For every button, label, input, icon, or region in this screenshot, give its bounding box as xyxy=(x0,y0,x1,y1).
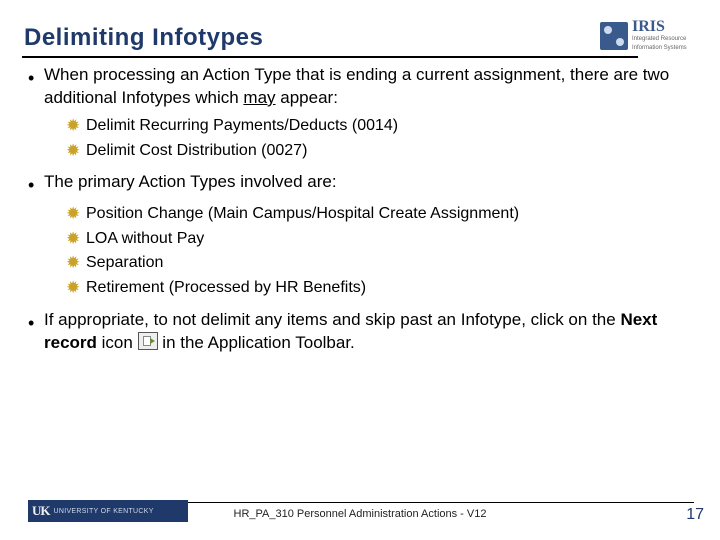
slide: Delimiting Infotypes IRIS Integrated Res… xyxy=(0,0,720,540)
sub-list-1: ✹ Delimit Recurring Payments/Deducts (00… xyxy=(66,114,692,164)
slide-footer: UK UNIVERSITY OF KENTUCKY HR_PA_310 Pers… xyxy=(0,502,720,528)
sub-item: ✹ Delimit Cost Distribution (0027) xyxy=(66,139,692,164)
bullet-3-pre: If appropriate, to not delimit any items… xyxy=(44,310,620,329)
sub-item: ✹ Retirement (Processed by HR Benefits) xyxy=(66,276,692,301)
page-number: 17 xyxy=(686,506,704,524)
sub-item-label: LOA without Pay xyxy=(86,227,204,252)
sub-item: ✹ Separation xyxy=(66,251,692,276)
bullet-3-mid: icon xyxy=(97,333,138,352)
iris-logo-primary: IRIS xyxy=(632,20,687,34)
sub-item: ✹ LOA without Pay xyxy=(66,227,692,252)
slide-title: Delimiting Infotypes xyxy=(24,24,696,52)
bullet-dot-icon: • xyxy=(28,171,44,197)
iris-logo: IRIS Integrated Resource Information Sys… xyxy=(600,18,692,54)
iris-logo-sub1: Integrated Resource xyxy=(632,36,687,43)
bullet-3-text: If appropriate, to not delimit any items… xyxy=(44,309,692,355)
sub-list-2: ✹ Position Change (Main Campus/Hospital … xyxy=(66,202,692,301)
sunburst-icon: ✹ xyxy=(66,251,86,275)
sub-item-label: Position Change (Main Campus/Hospital Cr… xyxy=(86,202,519,227)
bullet-2: • The primary Action Types involved are: xyxy=(28,171,692,197)
iris-logo-text: IRIS Integrated Resource Information Sys… xyxy=(632,20,687,52)
sunburst-icon: ✹ xyxy=(66,276,86,300)
bullet-1-text: When processing an Action Type that is e… xyxy=(44,64,692,110)
sunburst-icon: ✹ xyxy=(66,139,86,163)
sub-item-label: Delimit Cost Distribution (0027) xyxy=(86,139,307,164)
slide-header: Delimiting Infotypes xyxy=(24,24,696,64)
next-record-icon xyxy=(138,332,158,350)
slide-body: • When processing an Action Type that is… xyxy=(28,64,692,357)
sub-item-label: Retirement (Processed by HR Benefits) xyxy=(86,276,366,301)
bullet-dot-icon: • xyxy=(28,64,44,110)
bullet-2-text: The primary Action Types involved are: xyxy=(44,171,692,197)
iris-logo-icon xyxy=(600,22,628,50)
sub-item-label: Separation xyxy=(86,251,163,276)
iris-logo-sub2: Information Systems xyxy=(632,45,687,52)
title-underline xyxy=(22,56,638,58)
bullet-1: • When processing an Action Type that is… xyxy=(28,64,692,110)
sub-item: ✹ Delimit Recurring Payments/Deducts (00… xyxy=(66,114,692,139)
sunburst-icon: ✹ xyxy=(66,202,86,226)
footer-rule xyxy=(130,502,694,503)
sub-item-label: Delimit Recurring Payments/Deducts (0014… xyxy=(86,114,398,139)
bullet-3-post: in the Application Toolbar. xyxy=(158,333,355,352)
footer-center-text: HR_PA_310 Personnel Administration Actio… xyxy=(0,508,720,520)
bullet-1-pre: When processing an Action Type that is e… xyxy=(44,65,669,107)
bullet-dot-icon: • xyxy=(28,309,44,355)
sub-item: ✹ Position Change (Main Campus/Hospital … xyxy=(66,202,692,227)
sunburst-icon: ✹ xyxy=(66,114,86,138)
bullet-1-underlined: may xyxy=(243,88,275,107)
bullet-3: • If appropriate, to not delimit any ite… xyxy=(28,309,692,355)
sunburst-icon: ✹ xyxy=(66,227,86,251)
bullet-1-post: appear: xyxy=(276,88,338,107)
